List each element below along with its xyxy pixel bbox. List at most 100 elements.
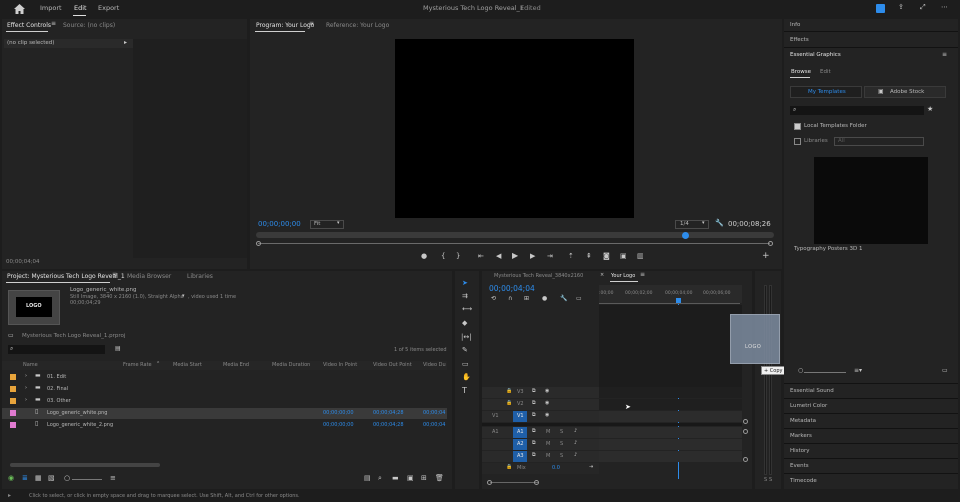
list-view-icon[interactable]: ≣ xyxy=(22,475,28,482)
edit-tab[interactable]: Edit xyxy=(74,5,87,12)
rectangle-tool-icon[interactable]: ▭ xyxy=(462,361,469,368)
list-item[interactable]: › ▬ 02. Final xyxy=(2,384,447,395)
panel-menu-icon[interactable]: ≡ xyxy=(51,21,56,27)
info-panel-header[interactable]: Info xyxy=(790,22,800,29)
import-tab[interactable]: Import xyxy=(40,5,62,12)
video-viewer[interactable] xyxy=(395,39,634,218)
snap-icon[interactable]: ⟲ xyxy=(491,296,496,302)
size-slider[interactable] xyxy=(804,372,846,373)
col-media-end[interactable]: Media End xyxy=(223,363,249,368)
playhead-timecode[interactable]: 00;00;00;00 xyxy=(258,221,301,228)
libraries-dropdown[interactable] xyxy=(834,137,924,146)
template-search-input[interactable] xyxy=(790,106,924,115)
tab-libraries[interactable]: Libraries xyxy=(187,274,213,280)
col-frame-rate[interactable]: Frame Rate xyxy=(123,363,152,368)
track-header-v3[interactable]: 🔒 V3 ⧉ ◉ xyxy=(482,387,599,398)
track-lane-v2[interactable] xyxy=(599,399,742,410)
list-item[interactable]: › ▬ 03. Other xyxy=(2,396,447,407)
comparison-view-icon[interactable]: ▣ xyxy=(620,253,627,260)
ripple-edit-tool-icon[interactable]: ⟷ xyxy=(462,306,472,313)
ruler-end-handle[interactable] xyxy=(768,241,773,246)
timeline-scrollbar[interactable] xyxy=(490,482,538,483)
tab-browse[interactable]: Browse xyxy=(791,69,811,76)
libraries-checkbox[interactable] xyxy=(794,138,801,145)
captions-icon[interactable]: ▭ xyxy=(576,296,582,302)
track-lane-v3[interactable] xyxy=(599,387,742,398)
go-to-in-icon[interactable]: ⇤ xyxy=(478,253,484,260)
col-video-duration[interactable]: Video Du xyxy=(423,363,446,368)
track-header-a2[interactable]: A2 ⧉ M S ♪ xyxy=(482,439,599,450)
eye-icon[interactable]: ◉ xyxy=(545,413,549,418)
tab-project[interactable]: Project: Mysterious Tech Logo Reveal_1 xyxy=(7,274,125,280)
track-lane-a2[interactable] xyxy=(599,439,742,450)
lock-icon[interactable]: 🔒 xyxy=(506,389,512,394)
chevron-right-icon[interactable]: › xyxy=(25,398,27,403)
time-ruler[interactable] xyxy=(258,243,770,244)
mic-icon[interactable]: ♪ xyxy=(574,441,577,446)
export-tab[interactable]: Export xyxy=(98,5,119,12)
ruler-start-handle[interactable] xyxy=(256,241,261,246)
share-icon[interactable]: ⇪ xyxy=(898,4,904,11)
timeline-scroll-start[interactable] xyxy=(487,480,492,485)
my-templates-button[interactable]: My Templates xyxy=(790,86,862,98)
mic-icon[interactable]: ♪ xyxy=(574,453,577,458)
go-to-end-icon[interactable]: ⇥ xyxy=(589,465,593,470)
metadata-header[interactable]: Metadata xyxy=(790,418,816,425)
essential-sound-header[interactable]: Essential Sound xyxy=(790,388,834,395)
add-marker-icon[interactable]: ● xyxy=(421,253,427,260)
tab-sequence-2[interactable]: Your Logo xyxy=(611,274,635,279)
solo-left-label[interactable]: S xyxy=(764,478,767,483)
icon-view-icon[interactable]: ▦ xyxy=(35,475,42,482)
panel-menu-icon[interactable]: ≡ xyxy=(942,52,947,58)
track-header-a3[interactable]: A3 ⧉ M S ♪ xyxy=(482,451,599,462)
sort-ascending-icon[interactable]: ⌃ xyxy=(156,362,160,367)
playhead-marker[interactable] xyxy=(682,232,689,239)
panel-menu-icon[interactable]: ≡ xyxy=(309,21,314,27)
mute-button[interactable]: M xyxy=(546,442,550,447)
mute-button[interactable]: M xyxy=(546,430,550,435)
sort-icons-icon[interactable]: ≡ xyxy=(110,475,116,482)
step-forward-icon[interactable]: ▶ xyxy=(530,253,535,260)
sync-lock-icon[interactable]: ⧉ xyxy=(532,453,536,458)
export-frame-icon[interactable]: ◙ xyxy=(603,253,610,260)
tab-reference[interactable]: Reference: Your Logo xyxy=(326,23,389,29)
automate-to-sequence-icon[interactable]: ▤ xyxy=(364,475,371,482)
settings-icon[interactable]: ⋯ xyxy=(941,4,948,11)
track-header-v2[interactable]: 🔒 V2 ⧉ ◉ xyxy=(482,399,599,410)
zoom-scrollbar[interactable] xyxy=(256,232,774,238)
tab-sequence-1[interactable]: Mysterious Tech Reveal_3840x2160 xyxy=(494,274,583,279)
solo-button[interactable]: S xyxy=(560,442,563,447)
marker-icon[interactable]: ● xyxy=(542,296,547,302)
go-to-out-icon[interactable]: ⇥ xyxy=(547,253,553,260)
slip-tool-icon[interactable]: |↔| xyxy=(461,334,472,341)
extract-icon[interactable]: ⇞ xyxy=(586,253,592,260)
new-layer-icon[interactable]: ▭ xyxy=(942,368,948,374)
tab-media-browser[interactable]: Media Browser xyxy=(127,274,171,280)
video-out-point[interactable]: 00;00;04;28 xyxy=(373,411,404,416)
col-video-out[interactable]: Video Out Point xyxy=(373,363,412,368)
search-input[interactable] xyxy=(8,345,105,354)
freeform-view-icon[interactable]: ▧ xyxy=(48,475,55,482)
lock-icon[interactable]: 🔒 xyxy=(506,401,512,406)
track-header-a1[interactable]: A1 A1 ⧉ M S ♪ xyxy=(482,427,599,438)
sync-lock-icon[interactable]: ⧉ xyxy=(532,429,536,434)
play-icon[interactable]: ▶ xyxy=(512,252,518,260)
nest-icon[interactable]: ⊞ xyxy=(524,296,529,302)
step-back-icon[interactable]: ◀ xyxy=(496,253,501,260)
timeline-scroll-end[interactable] xyxy=(534,480,539,485)
solo-button[interactable]: S xyxy=(560,430,563,435)
eye-icon[interactable]: ◉ xyxy=(545,401,549,406)
video-in-point[interactable]: 00;00;00;00 xyxy=(323,423,354,428)
chevron-down-icon[interactable]: ▾ xyxy=(182,294,185,299)
chevron-right-icon[interactable]: › xyxy=(25,374,27,379)
timecode-header[interactable]: Timecode xyxy=(790,478,817,485)
expand-arrow-icon[interactable]: ▸ xyxy=(124,40,127,46)
col-media-duration[interactable]: Media Duration xyxy=(272,363,310,368)
sync-lock-icon[interactable]: ⧉ xyxy=(532,441,536,446)
tab-effect-controls[interactable]: Effect Controls xyxy=(7,23,51,29)
essential-graphics-header[interactable]: Essential Graphics xyxy=(790,52,841,59)
eye-icon[interactable]: ◉ xyxy=(545,389,549,394)
panel-menu-icon[interactable]: ≡ xyxy=(112,272,117,278)
trash-icon[interactable]: 🗑 xyxy=(435,475,444,482)
video-out-point[interactable]: 00;00;04;28 xyxy=(373,423,404,428)
